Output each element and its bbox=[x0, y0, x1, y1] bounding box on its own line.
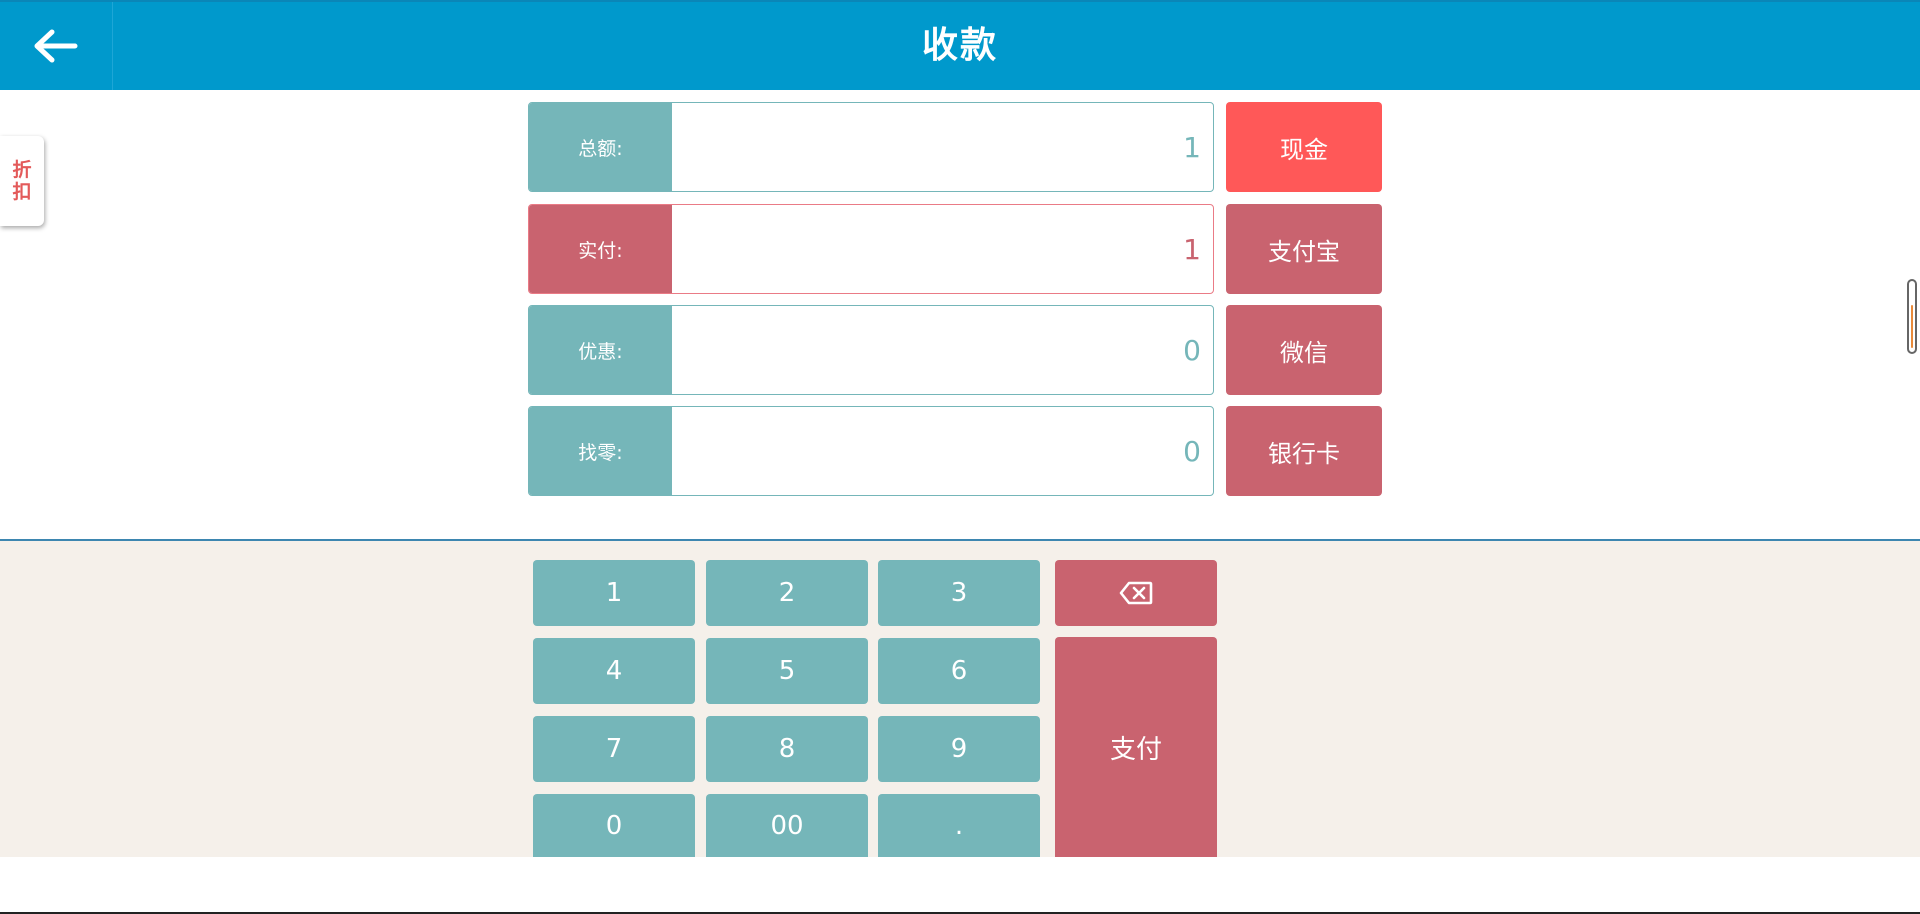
paid-amount-row[interactable]: 实付: 1 bbox=[528, 204, 1214, 294]
scroll-indicator[interactable] bbox=[1907, 279, 1917, 354]
backspace-icon bbox=[1119, 581, 1153, 605]
discount-tab-label-2: 扣 bbox=[12, 181, 32, 203]
key-9[interactable]: 9 bbox=[878, 716, 1040, 782]
pay-bankcard-button[interactable]: 银行卡 bbox=[1226, 406, 1382, 496]
discount-tab[interactable]: 折 扣 bbox=[0, 136, 44, 226]
discount-amount-label: 优惠: bbox=[529, 306, 672, 394]
discount-amount-value: 0 bbox=[1183, 333, 1201, 367]
scroll-thumb[interactable] bbox=[1911, 305, 1913, 348]
page-title: 收款 bbox=[921, 25, 998, 66]
total-amount-label: 总额: bbox=[529, 103, 672, 191]
keypad-area: 1 2 3 4 5 6 7 8 9 0 00 . 支付 bbox=[0, 541, 1920, 857]
key-1[interactable]: 1 bbox=[533, 560, 695, 626]
paid-amount-label: 实付: bbox=[529, 205, 672, 293]
pay-alipay-button[interactable]: 支付宝 bbox=[1226, 204, 1382, 294]
key-2[interactable]: 2 bbox=[706, 560, 868, 626]
key-dot[interactable]: . bbox=[878, 794, 1040, 857]
key-3[interactable]: 3 bbox=[878, 560, 1040, 626]
paid-amount-value: 1 bbox=[1183, 232, 1201, 266]
arrow-left-icon bbox=[34, 29, 78, 63]
key-8[interactable]: 8 bbox=[706, 716, 868, 782]
pay-cash-button[interactable]: 现金 bbox=[1226, 102, 1382, 192]
key-4[interactable]: 4 bbox=[533, 638, 695, 704]
pay-wechat-button[interactable]: 微信 bbox=[1226, 305, 1382, 395]
total-amount-row[interactable]: 总额: 1 bbox=[528, 102, 1214, 192]
key-00[interactable]: 00 bbox=[706, 794, 868, 857]
key-0[interactable]: 0 bbox=[533, 794, 695, 857]
key-6[interactable]: 6 bbox=[878, 638, 1040, 704]
change-amount-label: 找零: bbox=[529, 407, 672, 495]
discount-amount-row[interactable]: 优惠: 0 bbox=[528, 305, 1214, 395]
backspace-button[interactable] bbox=[1055, 560, 1217, 626]
header-bar: 收款 bbox=[0, 0, 1920, 90]
pay-button[interactable]: 支付 bbox=[1055, 637, 1217, 857]
key-7[interactable]: 7 bbox=[533, 716, 695, 782]
key-5[interactable]: 5 bbox=[706, 638, 868, 704]
discount-tab-label-1: 折 bbox=[12, 159, 32, 181]
change-amount-value: 0 bbox=[1183, 434, 1201, 468]
change-amount-row[interactable]: 找零: 0 bbox=[528, 406, 1214, 496]
total-amount-value: 1 bbox=[1183, 130, 1201, 164]
back-button[interactable] bbox=[0, 2, 113, 90]
